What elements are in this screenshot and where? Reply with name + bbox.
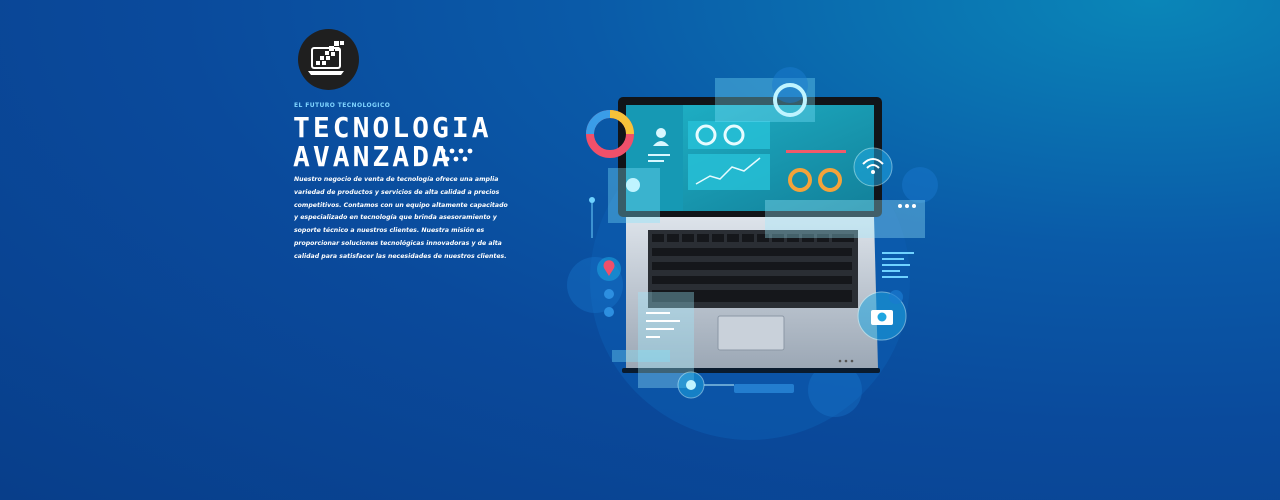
wifi-icon — [853, 147, 893, 187]
hero-description: Nuestro negocio de venta de tecnología o… — [294, 176, 508, 260]
hero-title-line-1: TECNOLOGIA — [293, 111, 492, 144]
trackpad — [717, 315, 785, 351]
logo-badge — [298, 29, 359, 90]
dots-decoration — [440, 148, 473, 162]
holo-panel-left — [608, 168, 660, 223]
eyebrow-text: EL FUTURO TECNOLOGICO — [294, 102, 391, 109]
user-icon — [656, 128, 666, 138]
laptop-illustration — [567, 67, 938, 440]
laptop-pixels-icon — [308, 41, 344, 75]
